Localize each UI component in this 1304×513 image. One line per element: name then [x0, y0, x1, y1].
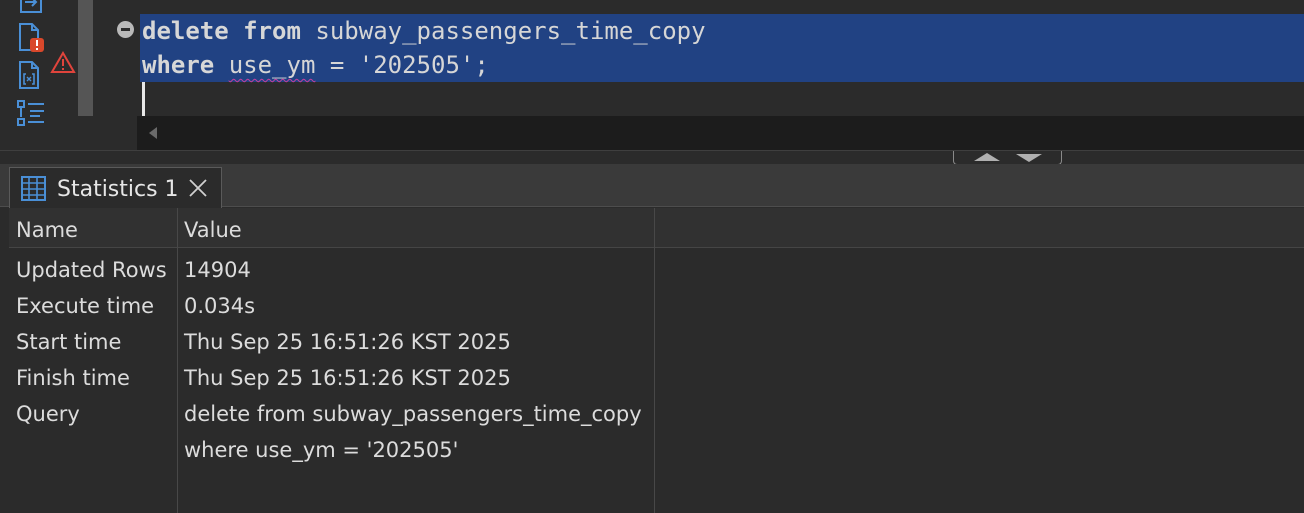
- minimize-down-icon[interactable]: [1016, 154, 1042, 162]
- script-error-icon[interactable]: [16, 22, 46, 52]
- value-cell: Thu Sep 25 16:51:26 KST 2025: [184, 330, 511, 354]
- table-name: subway_passengers_time_copy: [315, 17, 706, 45]
- text-caret: [142, 82, 145, 116]
- table-row[interactable]: where use_ym = '202505': [9, 432, 654, 468]
- code-area[interactable]: delete from subway_passengers_time_copy …: [140, 14, 1304, 82]
- fold-collapse-icon[interactable]: [117, 21, 134, 38]
- statistics-table[interactable]: Name Value Updated Rows 14904 Execute ti…: [9, 208, 1304, 513]
- editor-gutter-bar: [78, 0, 93, 116]
- table-body: Updated Rows 14904 Execute time 0.034s S…: [9, 252, 654, 468]
- tab-statistics-1[interactable]: Statistics 1: [9, 167, 222, 208]
- value-cell: where use_ym = '202505': [184, 438, 459, 462]
- name-cell: Updated Rows: [16, 258, 167, 282]
- value-cell: 0.034s: [184, 294, 256, 318]
- tab-label: Statistics 1: [57, 177, 179, 202]
- value-cell: Thu Sep 25 16:51:26 KST 2025: [184, 366, 511, 390]
- outline-icon[interactable]: [16, 99, 46, 129]
- name-cell: [9, 432, 177, 468]
- panel-splitter[interactable]: [0, 150, 1304, 165]
- close-icon[interactable]: [187, 177, 209, 199]
- horizontal-scrollbar[interactable]: [137, 116, 1304, 150]
- table-row[interactable]: Finish time Thu Sep 25 16:51:26 KST 2025: [9, 360, 654, 396]
- sql-editor[interactable]: delete from subway_passengers_time_copy …: [0, 0, 1304, 152]
- table-row[interactable]: Query delete from subway_passengers_time…: [9, 396, 654, 432]
- where-condition: = '202505';: [315, 51, 489, 79]
- table-row[interactable]: Execute time 0.034s: [9, 288, 654, 324]
- name-cell: Start time: [16, 330, 122, 354]
- maximize-up-icon[interactable]: [974, 153, 1000, 161]
- editor-side-toolbar: [0, 0, 56, 152]
- table-row[interactable]: Updated Rows 14904: [9, 252, 654, 288]
- value-cell: delete from subway_passengers_time_copy: [184, 402, 642, 426]
- column-header-value[interactable]: Value: [177, 208, 654, 248]
- name-cell: Query: [16, 402, 80, 426]
- name-cell: Execute time: [16, 294, 155, 318]
- splitter-handle[interactable]: [953, 151, 1062, 165]
- table-row[interactable]: Start time Thu Sep 25 16:51:26 KST 2025: [9, 324, 654, 360]
- results-tabstrip: Statistics 1: [0, 164, 1304, 208]
- keyword-where: where: [142, 51, 215, 79]
- name-cell: Finish time: [16, 366, 130, 390]
- results-panel: Statistics 1 Name Value Updated Rows 149…: [0, 164, 1304, 513]
- table-header: Name Value: [9, 208, 1304, 248]
- column-header-name[interactable]: Name: [9, 208, 177, 248]
- column-divider: [654, 208, 655, 513]
- code-line-2: where use_ym = '202505';: [140, 48, 1304, 82]
- value-cell: 14904: [184, 258, 251, 282]
- variables-icon[interactable]: [16, 60, 46, 90]
- warning-icon[interactable]: [50, 50, 80, 80]
- export-icon[interactable]: [16, 0, 46, 16]
- scroll-left-arrow-icon[interactable]: [149, 127, 157, 139]
- app-window: delete from subway_passengers_time_copy …: [0, 0, 1304, 513]
- column-name: use_ym: [228, 51, 316, 79]
- keyword-from: from: [243, 17, 301, 45]
- grid-icon: [20, 175, 47, 202]
- code-line-1: delete from subway_passengers_time_copy: [140, 14, 1304, 48]
- keyword-delete: delete: [142, 17, 229, 45]
